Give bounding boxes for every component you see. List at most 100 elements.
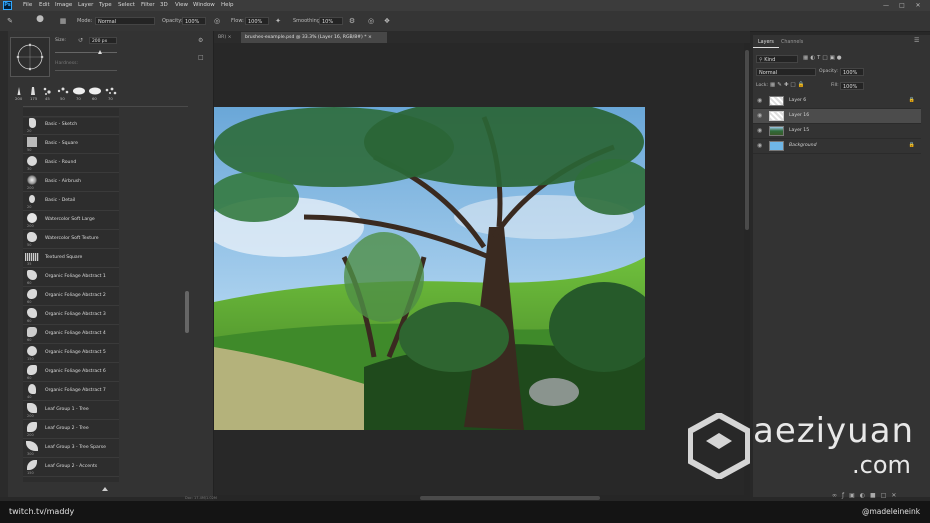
recent-brush-4[interactable] xyxy=(56,86,70,96)
smoothing-input[interactable]: 10% xyxy=(319,17,343,25)
brush-row-leaf-group-2-tree[interactable]: 200 Leaf Group 2 - Tree xyxy=(23,420,119,439)
pressure-opacity-icon[interactable]: ◎ xyxy=(212,16,222,26)
tab-channels[interactable]: Channels xyxy=(776,37,808,48)
adjustment-layer-icon[interactable]: ◐ xyxy=(860,492,870,499)
layer-row-layer-16[interactable]: ◉ Layer 16 xyxy=(753,109,921,124)
menu-image[interactable]: Image xyxy=(55,0,72,11)
brush-row-leaf-group-3-tree-sparse[interactable]: 300 Leaf Group 3 - Tree Sparse xyxy=(23,439,119,458)
visibility-eye-icon[interactable]: ◉ xyxy=(757,97,762,105)
menu-help[interactable]: Help xyxy=(221,0,234,11)
lock-icons[interactable]: ▦✎✚□🔒 xyxy=(770,82,806,88)
brush-tool-icon[interactable]: ✎ xyxy=(5,16,15,26)
recent-brush-6[interactable] xyxy=(88,86,102,96)
visibility-eye-icon[interactable]: ◉ xyxy=(757,127,762,135)
brush-row-basic-detail[interactable]: 20 Basic - Detail xyxy=(23,192,119,211)
brush-angle-preview[interactable] xyxy=(10,37,50,77)
brush-row-basic-sketch[interactable]: 20 Basic - Sketch xyxy=(23,116,119,135)
brush-list-scrollbar[interactable] xyxy=(185,291,189,333)
panel-gear-icon[interactable]: ⚙ xyxy=(198,37,203,44)
symmetry-icon[interactable]: ❖ xyxy=(382,16,392,26)
size-slider-track[interactable] xyxy=(55,52,117,53)
blend-mode-select[interactable]: Normal xyxy=(756,68,816,76)
pressure-size-icon[interactable]: ◎ xyxy=(366,16,376,26)
new-group-icon[interactable]: ■ xyxy=(870,492,881,499)
toggle-brush-settings-icon[interactable]: ▦ xyxy=(58,16,68,26)
airbrush-icon[interactable]: ✦ xyxy=(273,16,283,26)
recent-size-4: 50 xyxy=(60,96,65,101)
filter-toggle-icon[interactable]: ● xyxy=(837,55,844,61)
tab-layers[interactable]: Layers xyxy=(753,37,779,48)
recent-brush-2[interactable] xyxy=(28,86,38,96)
filter-smart-icon[interactable]: ▣ xyxy=(830,55,837,61)
brush-row-watercolor-soft-texture[interactable]: 50 Watercolor Soft Texture xyxy=(23,230,119,249)
brush-row-basic-round[interactable]: 30 Basic - Round xyxy=(23,154,119,173)
tab-brushes-example[interactable]: brushes-example.psd @ 33.3% (Layer 16, R… xyxy=(241,32,387,43)
brush-row-organic-foliage-6[interactable]: 60 Organic Foliage Abstract 6 xyxy=(23,363,119,382)
brush-row-leaf-group-2-accents[interactable]: 150 Leaf Group 2 - Accents xyxy=(23,458,119,477)
brush-row-organic-foliage-1[interactable]: 60 Organic Foliage Abstract 1 xyxy=(23,268,119,287)
lock-all-icon[interactable]: 🔒 xyxy=(798,82,807,88)
layer-opacity-input[interactable]: 100% xyxy=(840,68,864,76)
painting-canvas[interactable] xyxy=(204,97,659,430)
menu-3d[interactable]: 3D xyxy=(160,0,168,11)
size-slider-handle[interactable] xyxy=(98,50,102,54)
recent-brush-5[interactable] xyxy=(72,86,86,96)
menu-select[interactable]: Select xyxy=(118,0,135,11)
layer-filter-select[interactable]: ⚲ Kind xyxy=(756,55,798,63)
brush-row-organic-foliage-7[interactable]: 40 Organic Foliage Abstract 7 xyxy=(23,382,119,401)
add-mask-icon[interactable]: ▣ xyxy=(849,492,860,499)
brush-row-organic-foliage-4[interactable]: 60 Organic Foliage Abstract 4 xyxy=(23,325,119,344)
menu-filter[interactable]: Filter xyxy=(141,0,155,11)
smoothing-options-gear-icon[interactable]: ⚙ xyxy=(347,16,357,26)
brush-row-watercolor-soft-large[interactable]: 200 Watercolor Soft Large xyxy=(23,211,119,230)
mode-select[interactable]: Normal xyxy=(95,17,155,25)
layer-row-layer-6[interactable]: ◉ Layer 6 🔒 xyxy=(753,94,921,109)
lock-image-icon[interactable]: ✎ xyxy=(777,82,784,88)
brush-angle-circle-icon[interactable] xyxy=(10,37,50,77)
footer-left-text: twitch.tv/maddy xyxy=(9,507,75,516)
menu-edit[interactable]: Edit xyxy=(39,0,50,11)
opacity-input[interactable]: 100% xyxy=(182,17,206,25)
panel-resize-arrow-icon[interactable] xyxy=(102,487,108,491)
delete-layer-icon[interactable]: ✕ xyxy=(891,492,901,499)
brush-row-organic-foliage-2[interactable]: 60 Organic Foliage Abstract 2 xyxy=(23,287,119,306)
brush-preset-picker-icon[interactable]: ● xyxy=(33,14,47,28)
filter-adjustment-icon[interactable]: ◐ xyxy=(810,55,817,61)
canvas-vertical-scroll-thumb[interactable] xyxy=(745,50,749,230)
recent-brush-7[interactable] xyxy=(104,86,118,96)
layer-row-background[interactable]: ◉ Background 🔒 xyxy=(753,139,921,154)
new-preset-icon[interactable]: □ xyxy=(198,54,204,61)
menu-type[interactable]: Type xyxy=(99,0,112,11)
brush-row-basic-square[interactable]: 50 Basic - Square xyxy=(23,135,119,154)
new-layer-icon[interactable]: □ xyxy=(881,492,892,499)
minimize-icon[interactable]: — xyxy=(880,0,892,11)
menu-file[interactable]: File xyxy=(23,0,32,11)
brush-row-organic-foliage-5[interactable]: 150 Organic Foliage Abstract 5 xyxy=(23,344,119,363)
canvas-horizontal-scroll-thumb[interactable] xyxy=(420,496,600,500)
brush-row-organic-foliage-3[interactable]: 60 Organic Foliage Abstract 3 xyxy=(23,306,119,325)
visibility-eye-icon[interactable]: ◉ xyxy=(757,112,762,120)
recent-brush-3[interactable] xyxy=(42,86,52,96)
flow-input[interactable]: 100% xyxy=(245,17,269,25)
reset-size-icon[interactable]: ↺ xyxy=(78,37,83,44)
maximize-icon[interactable]: □ xyxy=(896,0,908,11)
fill-input[interactable]: 100% xyxy=(840,82,864,90)
link-layers-icon[interactable]: ∞ xyxy=(832,492,842,499)
size-input[interactable]: 200 px xyxy=(89,37,117,44)
menu-layer[interactable]: Layer xyxy=(78,0,93,11)
panel-menu-icon[interactable]: ☰ xyxy=(914,37,919,44)
brush-row-basic-airbrush[interactable]: 200 Basic - Airbrush xyxy=(23,173,119,192)
menu-window[interactable]: Window xyxy=(193,0,215,11)
layer-filter-icons[interactable]: ▦◐T□▣● xyxy=(803,55,844,61)
menu-view[interactable]: View xyxy=(175,0,188,11)
layer-row-layer-15[interactable]: ◉ Layer 15 xyxy=(753,124,921,139)
lock-artboard-icon[interactable]: □ xyxy=(790,82,797,88)
tab-previous-document[interactable]: BR) × xyxy=(214,32,240,43)
brush-row-textured-square[interactable]: 35 Textured Square xyxy=(23,249,119,268)
brush-row-leaf-group-1-tree[interactable]: 200 Leaf Group 1 - Tree xyxy=(23,401,119,420)
hardness-slider-track[interactable] xyxy=(55,70,117,71)
recent-brush-1[interactable] xyxy=(14,86,24,96)
close-icon[interactable]: ✕ xyxy=(912,0,924,11)
visibility-eye-icon[interactable]: ◉ xyxy=(757,142,762,150)
filter-shape-icon[interactable]: □ xyxy=(822,55,829,61)
